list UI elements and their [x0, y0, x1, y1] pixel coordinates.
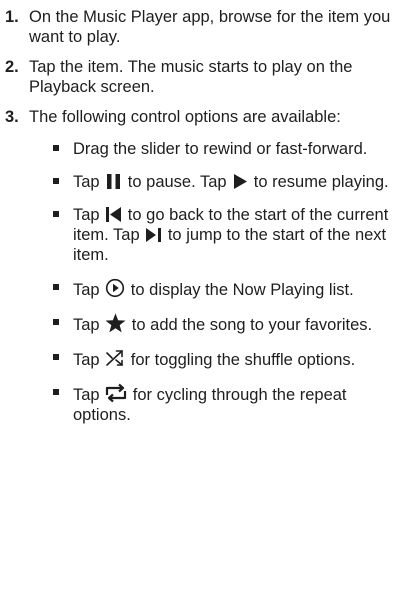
play-icon	[232, 173, 248, 190]
list-item: Tap to add the song to your favorites.	[29, 313, 392, 335]
list-item-text: for toggling the shuffle options.	[130, 351, 356, 369]
list-item-text: Tap	[73, 351, 100, 369]
step-2: 2. Tap the item. The music starts to pla…	[5, 57, 392, 97]
step-1: 1. On the Music Player app, browse for t…	[5, 7, 392, 47]
list-item-text: Tap	[73, 316, 100, 334]
list-item: Tap for toggling the shuffle options.	[29, 348, 392, 370]
bullet-marker	[53, 284, 59, 290]
list-item-text: to display the Now Playing list.	[130, 281, 354, 299]
now-playing-list-icon	[105, 278, 125, 298]
bullet-marker	[53, 354, 59, 360]
step-number: 2.	[5, 58, 19, 76]
step-text: On the Music Player app, browse for the …	[29, 8, 391, 46]
control-options-list: Drag the slider to rewind or fast-forwar…	[29, 139, 392, 425]
list-item: Tap for cycling through the repeat optio…	[29, 383, 392, 425]
step-text: Tap the item. The music starts to play o…	[29, 58, 353, 96]
repeat-icon	[105, 383, 127, 403]
step-text: The following control options are availa…	[29, 108, 341, 126]
list-item-text: to resume playing.	[253, 173, 389, 191]
list-item-text: to add the song to your favorites.	[131, 316, 373, 334]
previous-track-icon	[105, 206, 122, 223]
list-item-text: Tap	[73, 281, 100, 299]
pause-icon	[105, 173, 122, 190]
list-item-text: Tap	[73, 386, 100, 404]
list-item: Drag the slider to rewind or fast-forwar…	[29, 139, 392, 159]
bullet-marker	[53, 178, 59, 184]
list-item-text: Drag the slider to rewind or fast-forwar…	[73, 140, 368, 158]
list-item-text: Tap	[73, 206, 100, 224]
list-item-text: Tap	[73, 173, 100, 191]
step-number: 3.	[5, 108, 19, 126]
list-item: Tap to display the Now Playing list.	[29, 278, 392, 300]
star-icon	[105, 313, 126, 333]
next-track-icon	[145, 226, 162, 243]
bullet-marker	[53, 211, 59, 217]
shuffle-icon	[105, 348, 125, 368]
step-3: 3. The following control options are ava…	[5, 107, 392, 425]
bullet-marker	[53, 389, 59, 395]
list-item: Tap to go back to the start of the curre…	[29, 205, 392, 265]
bullet-marker	[53, 145, 59, 151]
step-number: 1.	[5, 8, 19, 26]
list-item-text: to pause. Tap	[127, 173, 227, 191]
bullet-marker	[53, 319, 59, 325]
instructions: 1. On the Music Player app, browse for t…	[0, 0, 396, 425]
list-item: Tap to pause. Tap to resume playing.	[29, 172, 392, 192]
